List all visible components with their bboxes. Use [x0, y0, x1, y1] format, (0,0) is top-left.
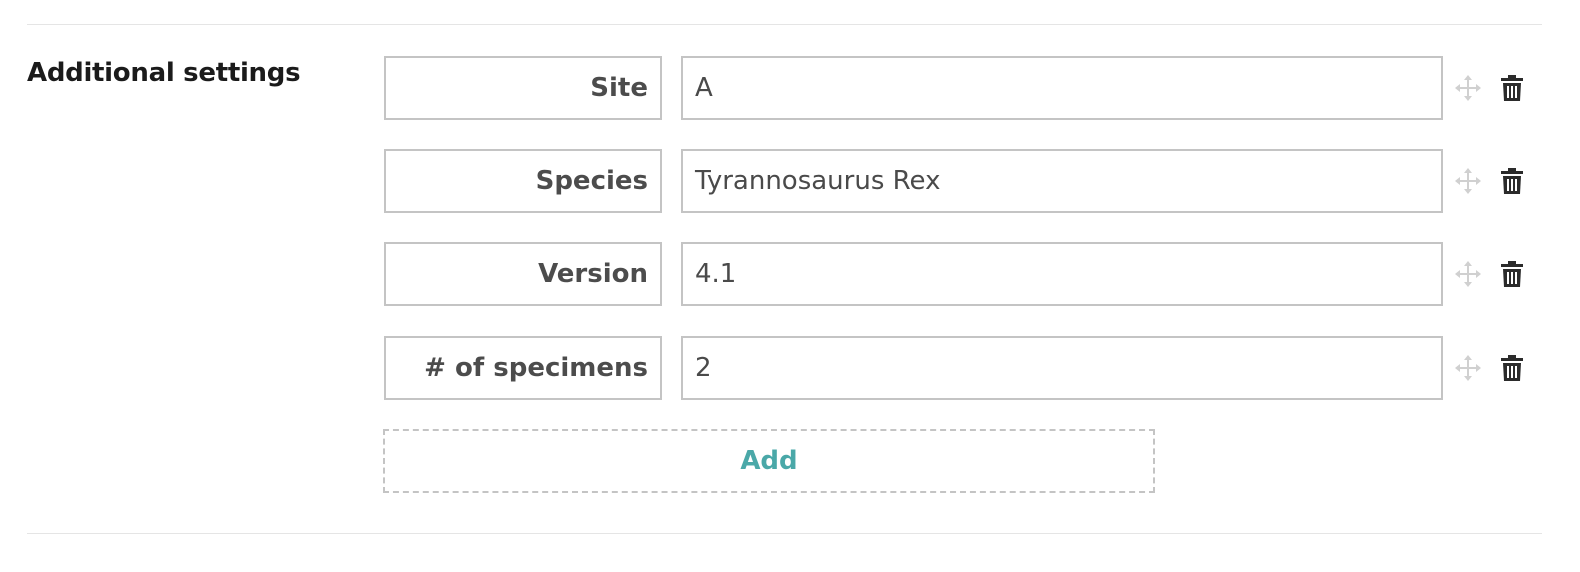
setting-value-text: 4.1	[695, 259, 737, 289]
add-setting-button[interactable]: Add	[383, 429, 1155, 493]
section-title: Additional settings	[27, 58, 301, 88]
trash-icon[interactable]	[1501, 355, 1523, 381]
setting-value-field[interactable]: 2	[681, 336, 1443, 400]
setting-key-field[interactable]: Site	[384, 56, 662, 120]
setting-row: Version 4.1	[384, 242, 1544, 306]
move-icon[interactable]	[1455, 75, 1481, 101]
setting-value-text: A	[695, 73, 713, 103]
top-divider	[27, 24, 1542, 25]
setting-key-text: Version	[538, 259, 648, 289]
setting-value-field[interactable]: A	[681, 56, 1443, 120]
trash-icon[interactable]	[1501, 168, 1523, 194]
trash-icon[interactable]	[1501, 261, 1523, 287]
setting-key-field[interactable]: # of specimens	[384, 336, 662, 400]
setting-row: Species Tyrannosaurus Rex	[384, 149, 1544, 213]
setting-value-text: 2	[695, 353, 712, 383]
setting-row: # of specimens 2	[384, 336, 1544, 400]
setting-key-text: # of specimens	[424, 353, 648, 383]
move-icon[interactable]	[1455, 168, 1481, 194]
setting-key-text: Site	[590, 73, 648, 103]
setting-value-field[interactable]: 4.1	[681, 242, 1443, 306]
setting-value-field[interactable]: Tyrannosaurus Rex	[681, 149, 1443, 213]
trash-icon[interactable]	[1501, 75, 1523, 101]
setting-key-field[interactable]: Version	[384, 242, 662, 306]
setting-value-text: Tyrannosaurus Rex	[695, 166, 941, 196]
bottom-divider	[27, 533, 1542, 534]
move-icon[interactable]	[1455, 261, 1481, 287]
move-icon[interactable]	[1455, 355, 1481, 381]
setting-key-field[interactable]: Species	[384, 149, 662, 213]
setting-row: Site A	[384, 56, 1544, 120]
setting-key-text: Species	[535, 166, 648, 196]
